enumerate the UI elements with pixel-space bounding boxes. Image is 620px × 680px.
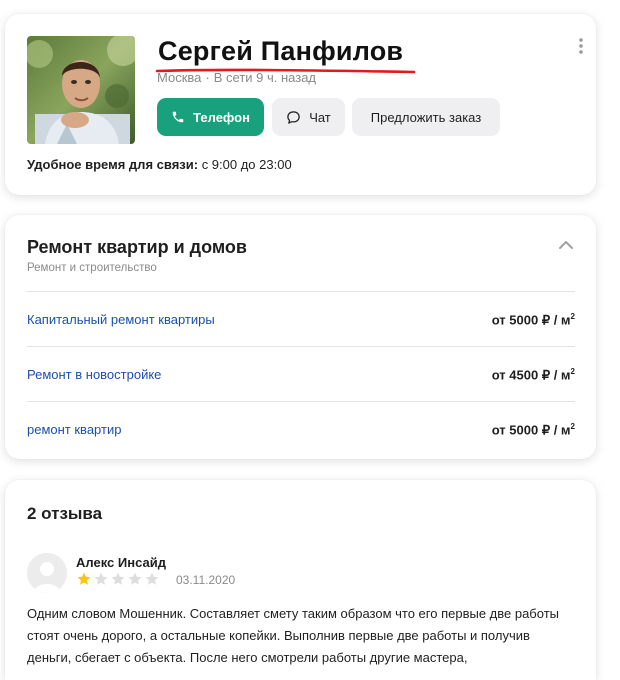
- online-status: В сети 9 ч. назад: [213, 70, 317, 85]
- phone-button-label: Телефон: [193, 109, 250, 125]
- star-icon: [94, 572, 108, 585]
- reviews-title: 2 отзыва: [27, 504, 103, 523]
- offer-order-label: Предложить заказ: [370, 109, 482, 125]
- service-name[interactable]: Ремонт в новостройке: [27, 367, 161, 382]
- chevron-up-icon[interactable]: [558, 240, 574, 250]
- service-name[interactable]: Капитальный ремонт квартиры: [27, 312, 215, 327]
- services-card: Ремонт квартир и домов Ремонт и строител…: [5, 215, 596, 459]
- service-price: от 5000 ₽ / м2: [491, 312, 575, 328]
- phone-button[interactable]: Телефон: [157, 98, 264, 136]
- offer-order-button[interactable]: Предложить заказ: [352, 98, 500, 136]
- profile-photo[interactable]: [27, 36, 135, 144]
- service-row[interactable]: Ремонт в новостройке от 4500 ₽ / м2: [27, 346, 575, 401]
- profile-meta: Москва · В сети 9 ч. назад: [157, 70, 317, 85]
- service-price: от 5000 ₽ / м2: [491, 422, 575, 438]
- chat-button[interactable]: Чат: [272, 98, 345, 136]
- chat-bubble-icon: [287, 110, 300, 124]
- service-row[interactable]: ремонт квартир от 5000 ₽ / м2: [27, 401, 575, 456]
- contact-time-value: с 9:00 до 23:00: [201, 157, 292, 172]
- contact-time: Удобное время для связи: с 9:00 до 23:00: [27, 157, 292, 172]
- service-name[interactable]: ремонт квартир: [27, 422, 121, 437]
- star-icon: [77, 572, 91, 585]
- review-author: Алекс Инсайд: [76, 555, 166, 570]
- services-subtitle: Ремонт и строительство: [27, 262, 157, 274]
- star-icon: [145, 572, 159, 585]
- review-text: Одним словом Мошенник. Составляет смету …: [27, 606, 559, 665]
- reviews-card: 2 отзыва Алекс Инсайд 03.11.2020 Одним с…: [5, 480, 596, 680]
- services-title: Ремонт квартир и домов: [27, 237, 247, 257]
- star-icon: [128, 572, 142, 585]
- more-vertical-icon[interactable]: [577, 36, 585, 56]
- review-date: 03.11.2020: [176, 573, 236, 587]
- chat-button-label: Чат: [309, 109, 331, 125]
- profile-city: Москва: [157, 70, 202, 85]
- profile-card: Сергей Панфилов Москва · В сети 9 ч. назад…: [5, 14, 596, 195]
- profile-name: Сергей Панфилов: [158, 36, 404, 66]
- user-avatar-icon: [27, 553, 67, 593]
- contact-time-label: Удобное время для связи:: [27, 157, 199, 172]
- service-row[interactable]: Капитальный ремонт квартиры от 5000 ₽ / …: [27, 291, 575, 346]
- review-rating: [76, 571, 160, 587]
- star-icon: [111, 572, 125, 585]
- phone-icon: [172, 111, 184, 123]
- service-price: от 4500 ₽ / м2: [491, 367, 575, 383]
